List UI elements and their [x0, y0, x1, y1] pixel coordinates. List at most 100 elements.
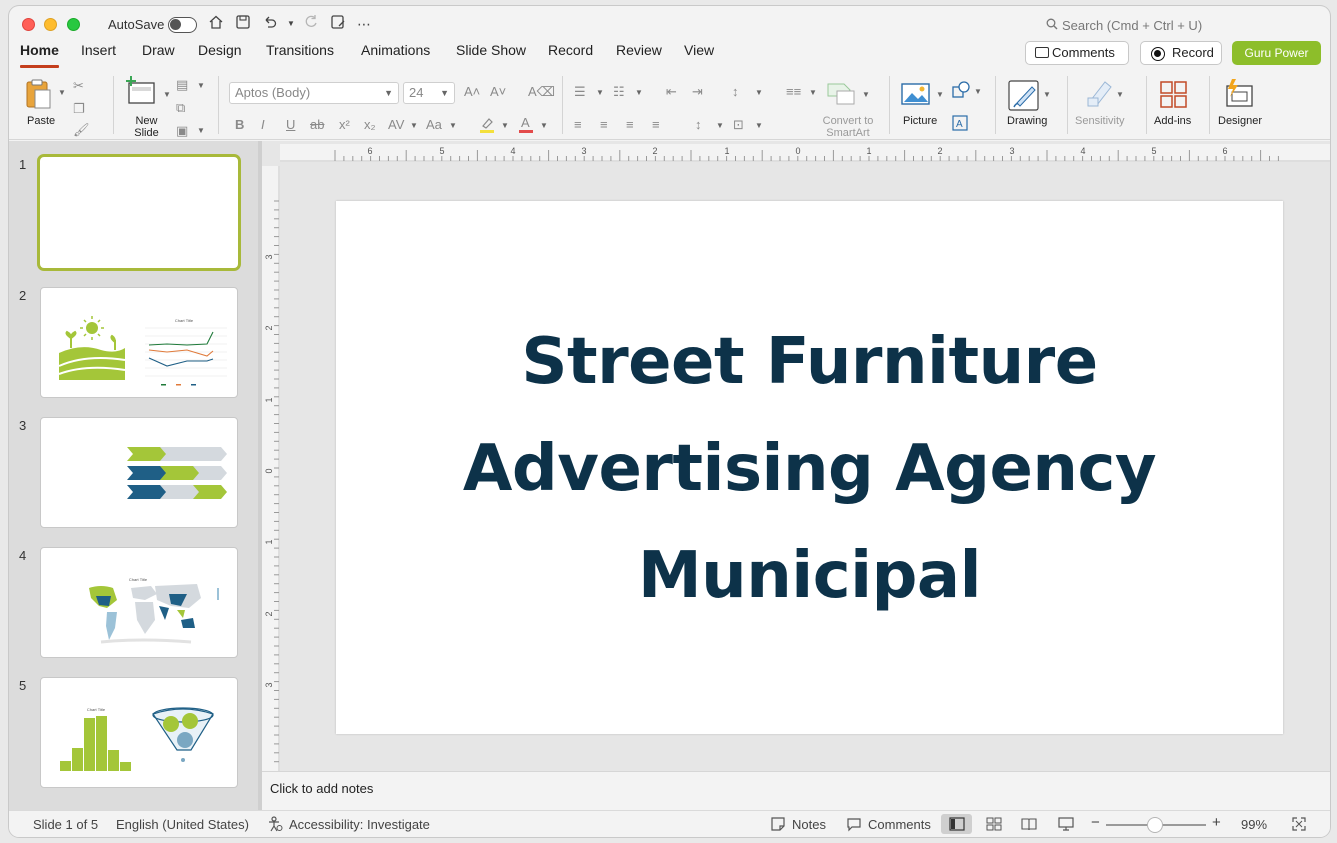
section-dropdown-icon[interactable]: ▼ — [197, 126, 205, 135]
new-slide-icon[interactable] — [126, 76, 158, 106]
zoom-level[interactable]: 99% — [1241, 817, 1267, 832]
smartart-dropdown-icon[interactable]: ▼ — [862, 90, 870, 99]
comments-status-icon[interactable] — [846, 816, 862, 832]
columns-dropdown-icon[interactable]: ▼ — [809, 88, 817, 97]
cut-icon[interactable]: ✂ — [73, 78, 84, 94]
new-slide-dropdown-icon[interactable]: ▼ — [163, 90, 171, 99]
section-icon[interactable]: ▣ — [176, 123, 188, 139]
home-icon[interactable] — [206, 14, 226, 34]
notes-icon[interactable] — [770, 816, 786, 832]
highlight-icon[interactable] — [479, 116, 495, 134]
drawing-icon[interactable] — [1008, 80, 1040, 112]
tab-draw[interactable]: Draw — [142, 42, 175, 58]
comments-status-button[interactable]: Comments — [868, 817, 931, 832]
italic-icon[interactable]: I — [261, 117, 265, 133]
align-text-icon[interactable]: ⊡ — [733, 117, 744, 133]
subscript-icon[interactable]: x₂ — [364, 117, 376, 133]
case-dropdown-icon[interactable]: ▼ — [449, 121, 457, 130]
notes-button[interactable]: Notes — [792, 817, 826, 832]
align-center-icon[interactable]: ≡ — [600, 117, 608, 133]
tab-home[interactable]: Home — [20, 42, 59, 68]
tab-transitions[interactable]: Transitions — [266, 42, 334, 58]
paste-icon[interactable] — [24, 78, 54, 110]
minimize-window-button[interactable] — [44, 18, 57, 31]
slide-thumbnail-3[interactable] — [40, 417, 238, 528]
columns-icon[interactable]: ≡≡ — [786, 84, 801, 100]
sensitivity-icon[interactable] — [1085, 78, 1113, 108]
align-left-icon[interactable]: ≡ — [574, 117, 582, 133]
increase-font-icon[interactable]: A˄ — [464, 84, 480, 100]
normal-view-icon[interactable] — [949, 816, 965, 832]
tab-design[interactable]: Design — [198, 42, 242, 58]
reading-view-icon[interactable] — [1021, 816, 1037, 832]
zoom-window-button[interactable] — [67, 18, 80, 31]
redo-icon[interactable] — [301, 14, 321, 34]
align-text-dropdown-icon[interactable]: ▼ — [755, 121, 763, 130]
undo-icon[interactable] — [260, 14, 280, 34]
copy-icon[interactable]: ❐ — [73, 101, 85, 117]
spacing-dropdown-icon[interactable]: ▼ — [410, 121, 418, 130]
more-icon[interactable]: ⋯ — [354, 14, 374, 34]
slide-title[interactable]: Street Furniture Advertising Agency Muni… — [376, 309, 1243, 630]
undo-dropdown-icon[interactable]: ▼ — [281, 14, 301, 34]
notes-pane[interactable]: Click to add notes — [262, 771, 1330, 810]
drawing-dropdown-icon[interactable]: ▼ — [1043, 90, 1051, 99]
comments-button[interactable]: Comments — [1025, 41, 1129, 65]
increase-indent-icon[interactable]: ⇥ — [692, 84, 703, 100]
tab-slide-show[interactable]: Slide Show — [456, 42, 526, 58]
search-box[interactable]: Search (Cmd + Ctrl + U) — [1046, 18, 1202, 33]
picture-icon[interactable] — [901, 82, 931, 106]
save-as-icon[interactable] — [328, 14, 348, 34]
shapes-dropdown-icon[interactable]: ▼ — [974, 87, 982, 96]
justify-icon[interactable]: ≡ — [652, 117, 660, 133]
tab-insert[interactable]: Insert — [81, 42, 116, 58]
decrease-indent-icon[interactable]: ⇤ — [666, 84, 677, 100]
slide-thumbnail-2[interactable]: Chart Title — [40, 287, 238, 398]
layout-icon[interactable]: ▤ — [176, 77, 188, 93]
record-button[interactable]: Record — [1140, 41, 1222, 65]
tab-record[interactable]: Record — [548, 42, 593, 58]
align-right-icon[interactable]: ≡ — [626, 117, 634, 133]
reset-slide-icon[interactable]: ⧉ — [176, 100, 185, 116]
bold-icon[interactable]: B — [235, 117, 244, 133]
accessibility-status[interactable]: Accessibility: Investigate — [289, 817, 430, 832]
guru-power-button[interactable]: Guru Power — [1232, 41, 1321, 65]
zoom-in-icon[interactable]: + — [1212, 814, 1221, 831]
numbering-dropdown-icon[interactable]: ▼ — [635, 88, 643, 97]
accessibility-icon[interactable] — [267, 816, 283, 832]
smartart-icon[interactable] — [826, 80, 856, 106]
zoom-out-icon[interactable]: − — [1091, 814, 1100, 831]
save-icon[interactable] — [233, 14, 253, 34]
strikethrough-icon[interactable]: ab — [310, 117, 324, 133]
language-indicator[interactable]: English (United States) — [116, 817, 249, 832]
text-direction-dropdown-icon[interactable]: ▼ — [716, 121, 724, 130]
slideshow-view-icon[interactable] — [1058, 816, 1074, 832]
designer-icon[interactable] — [1223, 78, 1255, 110]
font-size-select[interactable]: 24 ▼ — [403, 82, 455, 104]
line-spacing-dropdown-icon[interactable]: ▼ — [755, 88, 763, 97]
tab-view[interactable]: View — [684, 42, 714, 58]
text-direction-icon[interactable]: ↕ — [695, 117, 702, 133]
character-spacing-icon[interactable]: AV — [388, 117, 404, 133]
numbering-icon[interactable]: ☷ — [613, 84, 625, 100]
slide-thumbnail-4[interactable]: Chart Title — [40, 547, 238, 658]
close-window-button[interactable] — [22, 18, 35, 31]
slide-thumbnail-5[interactable]: Chart Title — [40, 677, 238, 788]
sensitivity-dropdown-icon[interactable]: ▼ — [1116, 90, 1124, 99]
font-color-icon[interactable]: A — [518, 115, 534, 134]
font-color-dropdown-icon[interactable]: ▼ — [540, 121, 548, 130]
current-slide[interactable]: Street Furniture Advertising Agency Muni… — [336, 201, 1283, 734]
layout-dropdown-icon[interactable]: ▼ — [197, 81, 205, 90]
format-painter-icon[interactable]: 🖌 — [73, 122, 90, 138]
fit-to-window-icon[interactable] — [1291, 816, 1307, 832]
slide-thumbnail-1[interactable] — [37, 154, 241, 271]
decrease-font-icon[interactable]: A˅ — [490, 84, 506, 100]
textbox-icon[interactable]: A — [952, 115, 968, 131]
superscript-icon[interactable]: x² — [339, 117, 350, 133]
addins-icon[interactable] — [1159, 80, 1189, 110]
picture-dropdown-icon[interactable]: ▼ — [936, 90, 944, 99]
font-name-select[interactable]: Aptos (Body) ▼ — [229, 82, 399, 104]
zoom-slider-knob[interactable] — [1147, 817, 1163, 833]
clear-formatting-icon[interactable]: A⌫ — [528, 84, 555, 100]
bullets-icon[interactable]: ☰ — [574, 84, 586, 100]
